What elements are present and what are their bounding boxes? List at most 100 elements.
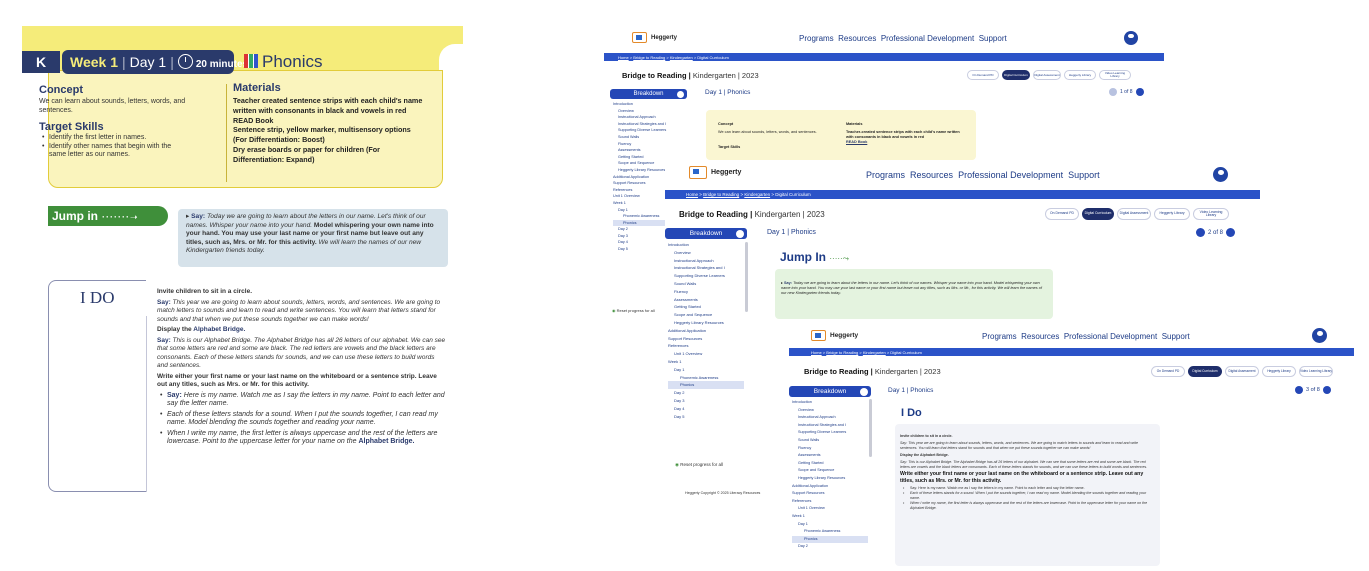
nav-resources[interactable]: Resources [838,34,876,43]
sidebar-item[interactable]: Instructional Strategies and I [613,121,686,128]
sidebar-item[interactable]: Support Resources [668,335,744,343]
sidebar-item[interactable]: Heggerty Library Resources [792,475,868,483]
reset-progress[interactable]: ◉ Reset progress for all [675,462,723,468]
tab-on-demand-pd[interactable]: On Demand PD [967,70,999,80]
sidebar-item[interactable]: Instructional Approach [792,414,868,422]
crumb-home[interactable]: Home [618,55,629,60]
crumb-program[interactable]: Bridge to Reading [633,55,665,60]
sidebar-item[interactable]: Day 1 [792,521,868,529]
prev-arrow-icon[interactable] [1109,88,1117,96]
tab-on-demand-pd[interactable]: On Demand PD [1151,366,1185,377]
tab-on-demand-pd[interactable]: On Demand PD [1045,208,1079,220]
nav-professional-development[interactable]: Professional Development [958,170,1063,180]
sidebar-item[interactable]: Instructional Approach [613,114,686,121]
user-avatar-icon[interactable] [1312,328,1327,343]
tab-digital-curriculum[interactable]: Digital Curriculum [1082,208,1114,220]
collapse-icon[interactable] [736,229,744,238]
sidebar-item[interactable]: Day 5 [668,413,744,421]
sidebar-item[interactable]: Sound Walls [613,134,686,141]
nav-support[interactable]: Support [1068,170,1100,180]
sidebar-item[interactable]: References [668,342,744,350]
collapse-icon[interactable] [677,90,684,98]
breakdown-header[interactable]: Breakdown [789,386,871,397]
sidebar-item[interactable]: Heggerty Library Resources [668,319,744,327]
sidebar-item-phonics[interactable]: Phonics [792,535,868,544]
crumb-program[interactable]: Bridge to Reading [826,350,858,355]
sidebar-item[interactable]: Day 3 [668,397,744,405]
nav-programs[interactable]: Programs [982,332,1017,341]
sidebar-scrollbar[interactable] [745,242,748,312]
next-arrow-icon[interactable] [1226,228,1236,237]
sidebar-item[interactable]: Overview [613,108,686,115]
sidebar-item[interactable]: Instructional Approach [668,257,744,265]
tab-video-learning-library[interactable]: Video Learning Library [1099,70,1131,80]
sidebar-item[interactable]: Instructional Strategies and I [792,422,868,430]
tab-heggerty-library[interactable]: Heggerty Library [1262,366,1296,377]
sidebar-item[interactable]: Supporting Diverse Learners [613,127,686,134]
sidebar-item[interactable]: Getting Started [792,460,868,468]
sidebar-item[interactable]: Additional Application [792,483,868,491]
heggerty-logo[interactable]: Heggerty [811,330,858,341]
sidebar-item[interactable]: Overview [792,407,868,415]
sidebar-item[interactable]: Overview [668,249,744,257]
sidebar-item[interactable]: Supporting Diverse Learners [668,272,744,280]
sidebar-item[interactable]: Phonemic Awareness [668,374,744,382]
crumb-grade[interactable]: Kindergarten [670,55,693,60]
user-avatar-icon[interactable] [1213,167,1228,182]
sidebar-item[interactable]: Unit 1 Overview [792,505,868,513]
breakdown-header[interactable]: Breakdown [665,228,747,239]
sidebar-item[interactable]: Sound Walls [792,437,868,445]
tab-video-learning-library[interactable]: Video Learning Library [1299,366,1333,377]
sidebar-item[interactable]: Fluency [613,141,686,148]
breakdown-header[interactable]: Breakdown [610,89,687,99]
sidebar-item[interactable]: Introduction [792,399,868,407]
reset-progress[interactable]: ◉ Reset progress for all [612,308,655,313]
tab-digital-assessment[interactable]: Digital Assessment [1225,366,1259,377]
sidebar-item[interactable]: Sound Walls [668,280,744,288]
sidebar-item[interactable]: Support Resources [792,490,868,498]
sidebar-item[interactable]: Day 2 [668,389,744,397]
sidebar-item[interactable]: Day 4 [668,405,744,413]
heggerty-logo[interactable]: Heggerty [689,166,741,179]
read-book-link[interactable]: READ Book [846,140,966,145]
sidebar-item[interactable]: References [792,498,868,506]
nav-programs[interactable]: Programs [799,34,834,43]
alphabet-bridge-link[interactable]: Alphabet Bridge. [358,438,414,445]
prev-arrow-icon[interactable] [1295,386,1303,394]
sidebar-item[interactable]: Assessments [792,452,868,460]
user-avatar-icon[interactable] [1124,31,1138,45]
tab-heggerty-library[interactable]: Heggerty Library [1154,208,1190,220]
sidebar-item[interactable]: Assessments [613,147,686,154]
nav-professional-development[interactable]: Professional Development [881,34,974,43]
sidebar-item[interactable]: Phonemic Awareness [792,528,868,536]
nav-support[interactable]: Support [1162,332,1190,341]
next-arrow-icon[interactable] [1322,386,1331,394]
nav-professional-development[interactable]: Professional Development [1064,332,1157,341]
sidebar-item[interactable]: Week 1 [792,513,868,521]
sidebar-item[interactable]: Instructional Strategies and I [668,264,744,272]
nav-support[interactable]: Support [979,34,1007,43]
tab-digital-curriculum[interactable]: Digital Curriculum [1002,70,1030,80]
prev-arrow-icon[interactable] [1196,228,1205,237]
crumb-home[interactable]: Home [686,192,698,197]
sidebar-item[interactable]: Fluency [668,288,744,296]
sidebar-item[interactable]: Scope and Sequence [792,467,868,475]
tab-digital-curriculum[interactable]: Digital Curriculum [1188,366,1222,377]
collapse-icon[interactable] [860,387,868,396]
heggerty-logo[interactable]: Heggerty [632,32,677,43]
crumb-home[interactable]: Home [811,350,822,355]
sidebar-item-phonics[interactable]: Phonics [668,381,744,390]
alphabet-bridge-link[interactable]: Alphabet Bridge. [193,326,245,333]
sidebar-item[interactable]: Additional Application [668,327,744,335]
tab-heggerty-library[interactable]: Heggerty Library [1064,70,1096,80]
crumb-program[interactable]: Bridge to Reading [703,192,739,197]
sidebar-item[interactable]: Getting Started [668,303,744,311]
crumb-grade[interactable]: Kindergarten [744,192,770,197]
sidebar-item[interactable]: Introduction [613,101,686,108]
sidebar-item[interactable]: Introduction [668,241,744,249]
sidebar-item[interactable]: Scope and Sequence [668,311,744,319]
sidebar-scrollbar[interactable] [869,399,872,457]
crumb-grade[interactable]: Kindergarten [863,350,886,355]
sidebar-item[interactable]: Supporting Diverse Learners [792,429,868,437]
next-arrow-icon[interactable] [1135,88,1144,96]
